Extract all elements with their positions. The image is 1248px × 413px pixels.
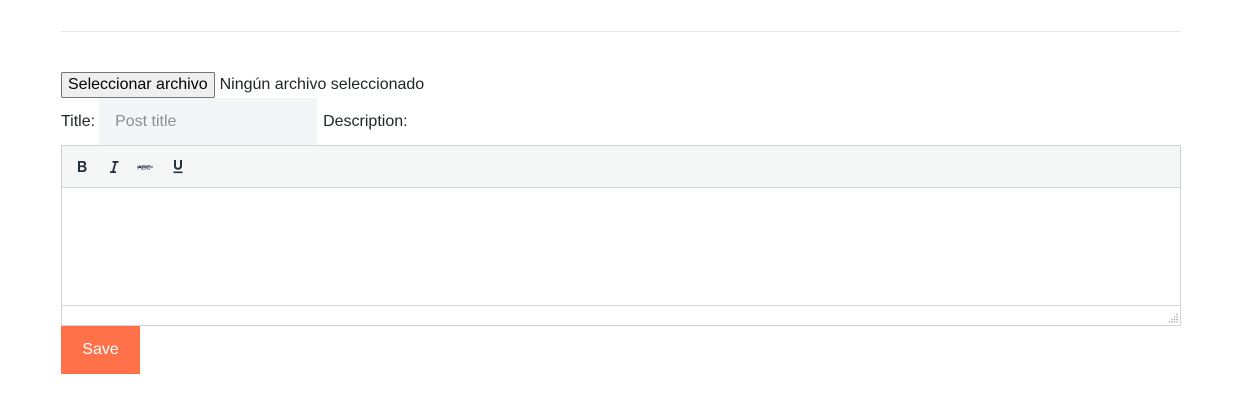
underline-button[interactable] [166, 155, 190, 179]
italic-icon [110, 160, 119, 173]
title-input[interactable] [99, 98, 318, 145]
bold-button[interactable] [70, 155, 94, 179]
strikethrough-icon: ABC [137, 164, 153, 171]
description-label: Description: [323, 112, 408, 130]
editor-content-area[interactable] [62, 188, 1180, 305]
italic-button[interactable] [102, 155, 126, 179]
resize-handle-icon[interactable] [1168, 313, 1178, 323]
svg-text:ABC: ABC [138, 164, 152, 171]
post-form-page: Seleccionar archivo Ningún archivo selec… [0, 0, 1248, 413]
divider [61, 31, 1181, 32]
bold-icon [78, 160, 87, 172]
file-status-text: Ningún archivo seleccionado [219, 75, 425, 93]
file-upload-row: Seleccionar archivo Ningún archivo selec… [61, 71, 424, 98]
choose-file-button[interactable]: Seleccionar archivo [61, 71, 215, 98]
editor-toolbar: ABC [62, 146, 1180, 188]
rich-text-editor: ABC [61, 145, 1181, 326]
title-description-row: Title: Description: [61, 98, 408, 145]
editor-statusbar [62, 305, 1180, 325]
title-label: Title: [61, 112, 96, 130]
save-button[interactable]: Save [61, 326, 140, 374]
underline-icon [173, 160, 183, 174]
strikethrough-button[interactable]: ABC [134, 155, 158, 179]
